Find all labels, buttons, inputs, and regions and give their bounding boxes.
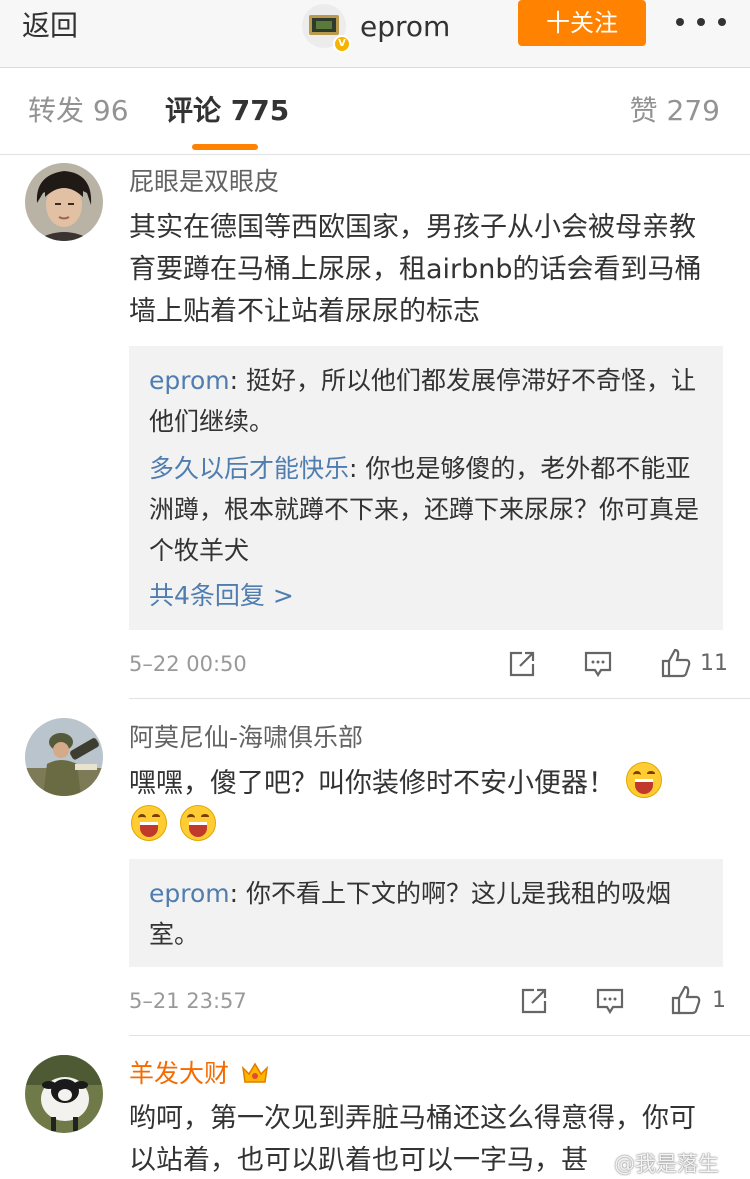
tab-comment[interactable]: 评论 775	[165, 94, 289, 128]
reply-item: eprom: 你不看上下文的啊？这儿是我租的吸烟室。	[149, 873, 703, 955]
crown-icon	[241, 1062, 269, 1083]
laugh-emoji-icon	[625, 762, 662, 798]
reply-text: : 挺好，所以他们都发展停滞好不奇怪，让他们继续。	[149, 366, 697, 436]
comment-text-body: 嘿嘿，傻了吧？叫你装修时不安小便器！	[129, 768, 615, 799]
follow-button[interactable]: 十关注	[518, 0, 646, 46]
comment-icon	[596, 988, 624, 1015]
tab-active-indicator	[192, 144, 258, 150]
back-button[interactable]: 返回	[22, 8, 78, 44]
comment-time: 5–22 00:50	[129, 652, 247, 676]
chip-icon	[309, 15, 339, 35]
share-icon	[521, 988, 547, 1014]
reply-author[interactable]: eprom	[149, 879, 230, 908]
comment-text: 其实在德国等西欧国家，男孩子从小会被母亲教育要蹲在马桶上尿尿，租airbnb的话…	[129, 212, 702, 327]
reply-box[interactable]: eprom: 你不看上下文的啊？这儿是我租的吸烟室。	[129, 859, 723, 967]
comment-text: 嘿嘿，傻了吧？叫你装修时不安小便器！	[129, 762, 719, 848]
top-nav-bar: 返回 V eprom 十关注	[0, 0, 750, 68]
comment-time: 5–21 23:57	[129, 989, 247, 1013]
avatar[interactable]	[25, 1055, 103, 1133]
reply-item: eprom: 挺好，所以他们都发展停滞好不奇怪，让他们继续。	[149, 360, 703, 442]
nav-username[interactable]: eprom	[360, 10, 450, 43]
more-dots-icon[interactable]	[676, 6, 726, 38]
avatar[interactable]: V	[302, 4, 351, 53]
comment-icon	[584, 651, 612, 678]
divider	[129, 698, 750, 699]
share-button[interactable]	[520, 987, 548, 1015]
reply-item: 多久以后才能快乐: 你也是够傻的，老外都不能亚洲蹲，根本就蹲不下来，还蹲下来尿尿…	[149, 448, 703, 571]
reply-author[interactable]: 多久以后才能快乐	[149, 454, 349, 483]
tab-repost[interactable]: 转发 96	[28, 94, 129, 128]
like-count: 11	[700, 650, 728, 676]
share-button[interactable]	[508, 650, 536, 678]
like-button[interactable]: 1	[670, 984, 726, 1016]
thumbs-up-icon	[671, 985, 701, 1015]
thumbs-up-icon	[661, 648, 691, 678]
laugh-emoji-icon	[131, 805, 167, 841]
laugh-emoji-icon	[179, 805, 216, 841]
like-button[interactable]: 11	[660, 647, 728, 679]
avatar[interactable]	[25, 718, 103, 796]
divider	[129, 1035, 750, 1036]
reply-button[interactable]	[583, 650, 613, 678]
like-count: 1	[712, 987, 726, 1013]
comment-author[interactable]: 阿莫尼仙-海啸俱乐部	[129, 722, 363, 754]
watermark: @我是落生	[614, 1152, 719, 1176]
reply-author[interactable]: eprom	[149, 366, 230, 395]
comment-author[interactable]: 羊发大财	[129, 1058, 269, 1090]
tab-like[interactable]: 赞 279	[630, 94, 720, 128]
comment-author[interactable]: 屁眼是双眼皮	[129, 166, 279, 198]
more-replies-link[interactable]: 共4条回复 >	[149, 575, 703, 616]
nav-user[interactable]: V eprom	[302, 0, 450, 53]
share-icon	[509, 651, 535, 677]
detail-tabs: 转发 96 评论 775 赞 279	[0, 68, 750, 155]
avatar[interactable]	[25, 163, 103, 241]
verified-badge: V	[333, 35, 351, 53]
comment-author-name[interactable]: 羊发大财	[129, 1059, 229, 1088]
reply-button[interactable]	[595, 987, 625, 1015]
reply-box[interactable]: eprom: 挺好，所以他们都发展停滞好不奇怪，让他们继续。 多久以后才能快乐:…	[129, 346, 723, 630]
